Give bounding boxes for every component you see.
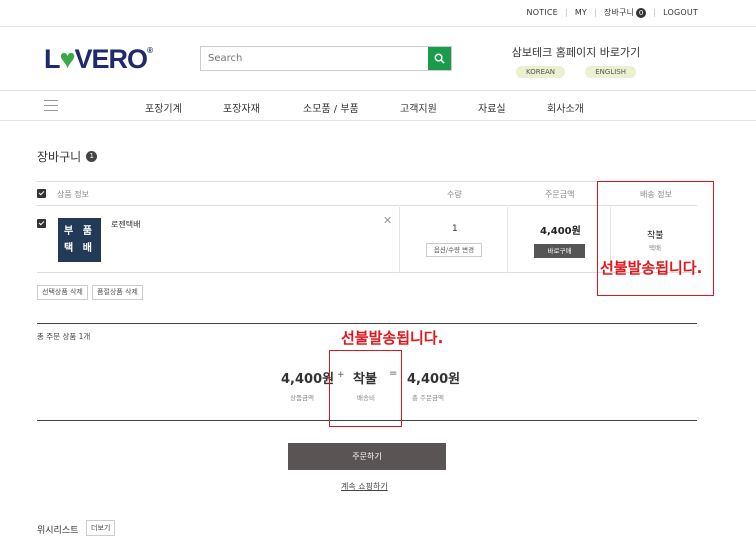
continue-shopping-link[interactable]: 계속 쇼핑하기 [341,481,388,492]
samboh-shortcut: 삼보테크 홈페이지 바로가기 KOREAN ENGLISH [510,44,642,78]
select-all-checkbox[interactable] [37,189,46,198]
wishlist-title: 위시리스트 [37,526,79,536]
top-links: NOTICE | MY | 장바구니 0 | LOGOUT [527,7,698,18]
divider [37,323,697,324]
annotation-text-prepaid: 선불발송됩니다. [341,329,444,347]
logo-text: VERO [74,44,149,74]
hamburger-menu-icon[interactable] [44,100,58,115]
option-change-button[interactable]: 옵션/수량 변경 [426,243,482,257]
cart-count-badge: 1 [86,151,98,162]
annotation-box-shipping [597,181,714,296]
logo-heart-icon: ♥ [59,44,76,74]
nav-item-packaging-machine[interactable]: 포장기계 [145,100,182,115]
search-box [200,46,452,71]
nav-item-customer-support[interactable]: 고객지원 [400,100,437,115]
main-nav: 포장기계 포장자재 소모품 / 부품 고객지원 자료실 회사소개 [0,90,756,121]
nav-item-resources[interactable]: 자료실 [478,100,506,115]
cart-count-badge: 0 [636,8,647,18]
header-qty: 수량 [447,190,462,199]
summary-product-amount: 4,400원 [281,372,335,387]
language-links: KOREAN ENGLISH [510,66,642,78]
page-title: 장바구니 1 [37,148,98,165]
product-name[interactable]: 로젠택배 [111,219,140,230]
thumbnail-text: 부 품 [64,226,95,237]
search-icon [434,53,445,64]
thumbnail-text: 택 배 [64,243,95,254]
buy-now-button[interactable]: 바로구매 [534,244,585,258]
search-input[interactable] [201,47,428,70]
nav-item-company[interactable]: 회사소개 [547,100,584,115]
cart-link-label: 장바구니 [603,8,635,17]
header-product: 상품 정보 [57,190,89,199]
summary-product-label: 상품금액 [290,394,314,402]
item-quantity: 1 [452,224,458,234]
lovero-logo[interactable]: L♥VERO® [44,44,153,75]
annotation-box-summary [329,350,402,427]
my-link[interactable]: MY [575,8,587,17]
item-price: 4,400원 [540,226,581,237]
annotation-text-prepaid: 선불발송됩니다. [600,259,703,277]
delete-soldout-button[interactable]: 품절상품 삭제 [92,285,143,300]
delete-selected-button[interactable]: 선택상품 삭제 [37,285,88,300]
english-button[interactable]: ENGLISH [585,66,636,78]
summary-total-amount: 4,400원 [407,372,461,387]
divider: | [594,8,597,17]
order-button[interactable]: 주문하기 [288,443,446,470]
header-amount: 주문금액 [545,190,575,199]
nav-item-packaging-material[interactable]: 포장자재 [223,100,260,115]
item-checkbox[interactable] [37,219,46,228]
logo-registered-mark: ® [147,46,153,55]
close-icon[interactable]: ✕ [383,214,392,227]
summary-total-label: 총 주문금액 [412,394,444,402]
divider [399,207,400,273]
search-button[interactable] [428,47,451,70]
nav-item-consumables[interactable]: 소모품 / 부품 [303,100,359,115]
site-header: L♥VERO® 삼보테크 홈페이지 바로가기 KOREAN ENGLISH [0,28,756,90]
top-utility-bar: NOTICE | MY | 장바구니 0 | LOGOUT [0,0,756,27]
korean-button[interactable]: KOREAN [516,66,566,78]
samboh-homepage-link[interactable]: 삼보테크 홈페이지 바로가기 [510,44,642,60]
wishlist-more-button[interactable]: 더보기 [86,520,116,536]
divider [507,207,508,273]
cart-title-text: 장바구니 [37,150,82,164]
product-thumbnail[interactable]: 부 품 택 배 [58,218,101,262]
divider: | [564,8,568,17]
logout-link[interactable]: LOGOUT [663,8,698,17]
divider: | [653,8,657,17]
total-order-count: 총 주문 상품 1개 [37,332,91,341]
cart-link[interactable]: 장바구니 0 [603,7,647,18]
logo-letter: L [44,44,60,74]
notice-link[interactable]: NOTICE [527,8,558,17]
